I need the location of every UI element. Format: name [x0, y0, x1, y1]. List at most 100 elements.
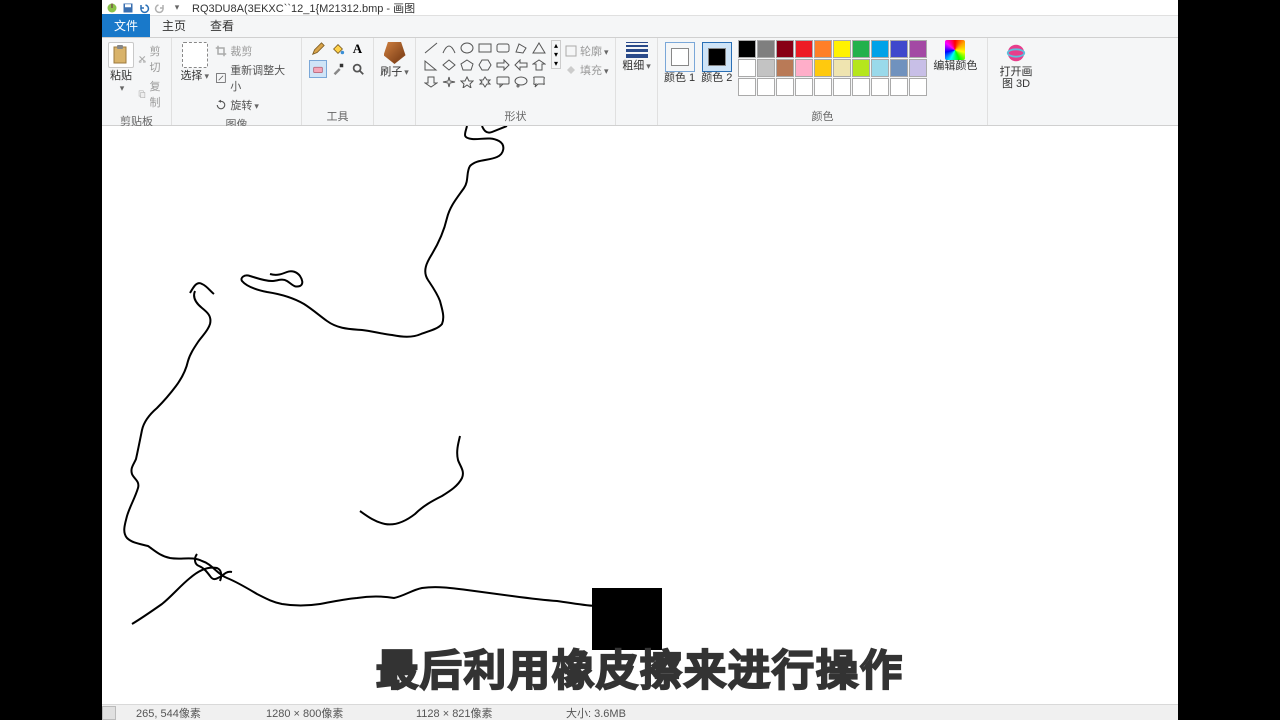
- fill-icon: [565, 64, 577, 76]
- group-image: 选择 裁剪 重新调整大小 旋转 图像: [172, 38, 302, 125]
- group-shapes-label: 形状: [422, 106, 609, 125]
- zoom-tool[interactable]: [349, 60, 367, 78]
- color-swatch[interactable]: [776, 59, 794, 77]
- resize-button[interactable]: 重新调整大小: [215, 61, 295, 95]
- color-swatch[interactable]: [738, 59, 756, 77]
- eraser-tool[interactable]: [309, 60, 327, 78]
- select-button[interactable]: 选择: [178, 40, 211, 82]
- shape-rect-icon[interactable]: [476, 40, 493, 56]
- status-disk: 大小: 3.6MB: [566, 705, 686, 720]
- color-swatch[interactable]: [871, 59, 889, 77]
- shape-callout2-icon[interactable]: [512, 74, 529, 90]
- shapes-scroll-up-icon[interactable]: ▴: [552, 41, 560, 50]
- redo-icon[interactable]: [154, 2, 166, 14]
- tab-home[interactable]: 主页: [150, 14, 198, 37]
- color2-button[interactable]: 颜色 2: [701, 40, 732, 84]
- status-coords: 265, 544像素: [136, 705, 266, 720]
- shape-rtri-icon[interactable]: [422, 57, 439, 73]
- copy-button[interactable]: 复制: [138, 77, 165, 111]
- color-swatch[interactable]: [833, 78, 851, 96]
- color-swatch[interactable]: [852, 59, 870, 77]
- app-icon: [106, 2, 118, 14]
- color-swatch[interactable]: [814, 40, 832, 58]
- statusbar: 265, 544像素 1280 × 800像素 1128 × 821像素 大小:…: [102, 704, 1178, 720]
- stroke-button[interactable]: 粗细: [622, 40, 651, 72]
- color-swatch[interactable]: [814, 59, 832, 77]
- tab-file[interactable]: 文件: [102, 14, 150, 37]
- picker-tool[interactable]: [329, 60, 347, 78]
- paste-button[interactable]: 粘贴: [108, 40, 134, 94]
- color-swatch[interactable]: [871, 78, 889, 96]
- ribbon-tabs: 文件 主页 查看: [102, 16, 1178, 38]
- rotate-icon: [215, 99, 227, 111]
- color-swatch[interactable]: [757, 40, 775, 58]
- cut-button[interactable]: 剪切: [138, 42, 165, 76]
- text-tool[interactable]: A: [349, 40, 367, 58]
- color-swatch[interactable]: [890, 59, 908, 77]
- color-swatch[interactable]: [795, 40, 813, 58]
- color-swatch[interactable]: [890, 40, 908, 58]
- shape-roundrect-icon[interactable]: [494, 40, 511, 56]
- shape-curve-icon[interactable]: [440, 40, 457, 56]
- color-swatch[interactable]: [890, 78, 908, 96]
- crop-button[interactable]: 裁剪: [215, 42, 295, 60]
- undo-icon[interactable]: [138, 2, 150, 14]
- shape-star5-icon[interactable]: [458, 74, 475, 90]
- shape-arrowr-icon[interactable]: [494, 57, 511, 73]
- shape-arrowu-icon[interactable]: [530, 57, 547, 73]
- color-swatch[interactable]: [833, 59, 851, 77]
- shape-hexagon-icon[interactable]: [476, 57, 493, 73]
- shape-star6-icon[interactable]: [476, 74, 493, 90]
- color-swatch[interactable]: [776, 40, 794, 58]
- color-swatch[interactable]: [852, 40, 870, 58]
- color-swatch[interactable]: [909, 78, 927, 96]
- fill-tool[interactable]: [329, 40, 347, 58]
- color-swatch[interactable]: [776, 78, 794, 96]
- brush-button[interactable]: 刷子: [380, 40, 409, 78]
- shape-callout1-icon[interactable]: [494, 74, 511, 90]
- shape-polygon-icon[interactable]: [512, 40, 529, 56]
- shapes-gallery[interactable]: [422, 40, 547, 90]
- shapes-scroll-down-icon[interactable]: ▾: [552, 50, 560, 59]
- outline-icon: [565, 45, 577, 57]
- shape-triangle-icon[interactable]: [530, 40, 547, 56]
- shapes-more-icon[interactable]: ▾: [552, 59, 560, 68]
- rotate-button[interactable]: 旋转: [215, 96, 295, 114]
- pencil-tool[interactable]: [309, 40, 327, 58]
- shape-arrowl-icon[interactable]: [512, 57, 529, 73]
- edit-colors-button[interactable]: 编辑颜色: [933, 40, 977, 72]
- shape-arrowd-icon[interactable]: [422, 74, 439, 90]
- canvas[interactable]: [102, 126, 1178, 704]
- scroll-left-icon[interactable]: [102, 706, 116, 720]
- color-swatch[interactable]: [852, 78, 870, 96]
- color-swatch[interactable]: [871, 40, 889, 58]
- paint-window: RQ3DU8A(3EKXC``12_1{M21312.bmp - 画图 文件 主…: [102, 0, 1178, 720]
- crop-icon: [215, 45, 227, 57]
- shape-callout3-icon[interactable]: [530, 74, 547, 90]
- color-swatch[interactable]: [738, 78, 756, 96]
- paint3d-button[interactable]: 打开画图 3D: [999, 40, 1033, 90]
- color-swatch[interactable]: [833, 40, 851, 58]
- tab-view[interactable]: 查看: [198, 14, 246, 37]
- color-swatch[interactable]: [909, 40, 927, 58]
- shape-line-icon[interactable]: [422, 40, 439, 56]
- shape-oval-icon[interactable]: [458, 40, 475, 56]
- shape-pentagon-icon[interactable]: [458, 57, 475, 73]
- copy-icon: [138, 88, 146, 100]
- color-swatch[interactable]: [795, 78, 813, 96]
- shape-diamond-icon[interactable]: [440, 57, 457, 73]
- color-swatch[interactable]: [795, 59, 813, 77]
- shape-star4-icon[interactable]: [440, 74, 457, 90]
- color-swatch[interactable]: [909, 59, 927, 77]
- color1-button[interactable]: 颜色 1: [664, 40, 695, 84]
- qat-dropdown-icon[interactable]: [170, 2, 182, 14]
- save-icon[interactable]: [122, 2, 134, 14]
- brush-icon: [384, 42, 406, 64]
- color-swatch[interactable]: [738, 40, 756, 58]
- fill-button[interactable]: 填充: [565, 61, 609, 79]
- color-swatch[interactable]: [814, 78, 832, 96]
- outline-button[interactable]: 轮廓: [565, 42, 609, 60]
- color-swatch[interactable]: [757, 78, 775, 96]
- color-swatch[interactable]: [757, 59, 775, 77]
- stroke-icon: [626, 42, 648, 58]
